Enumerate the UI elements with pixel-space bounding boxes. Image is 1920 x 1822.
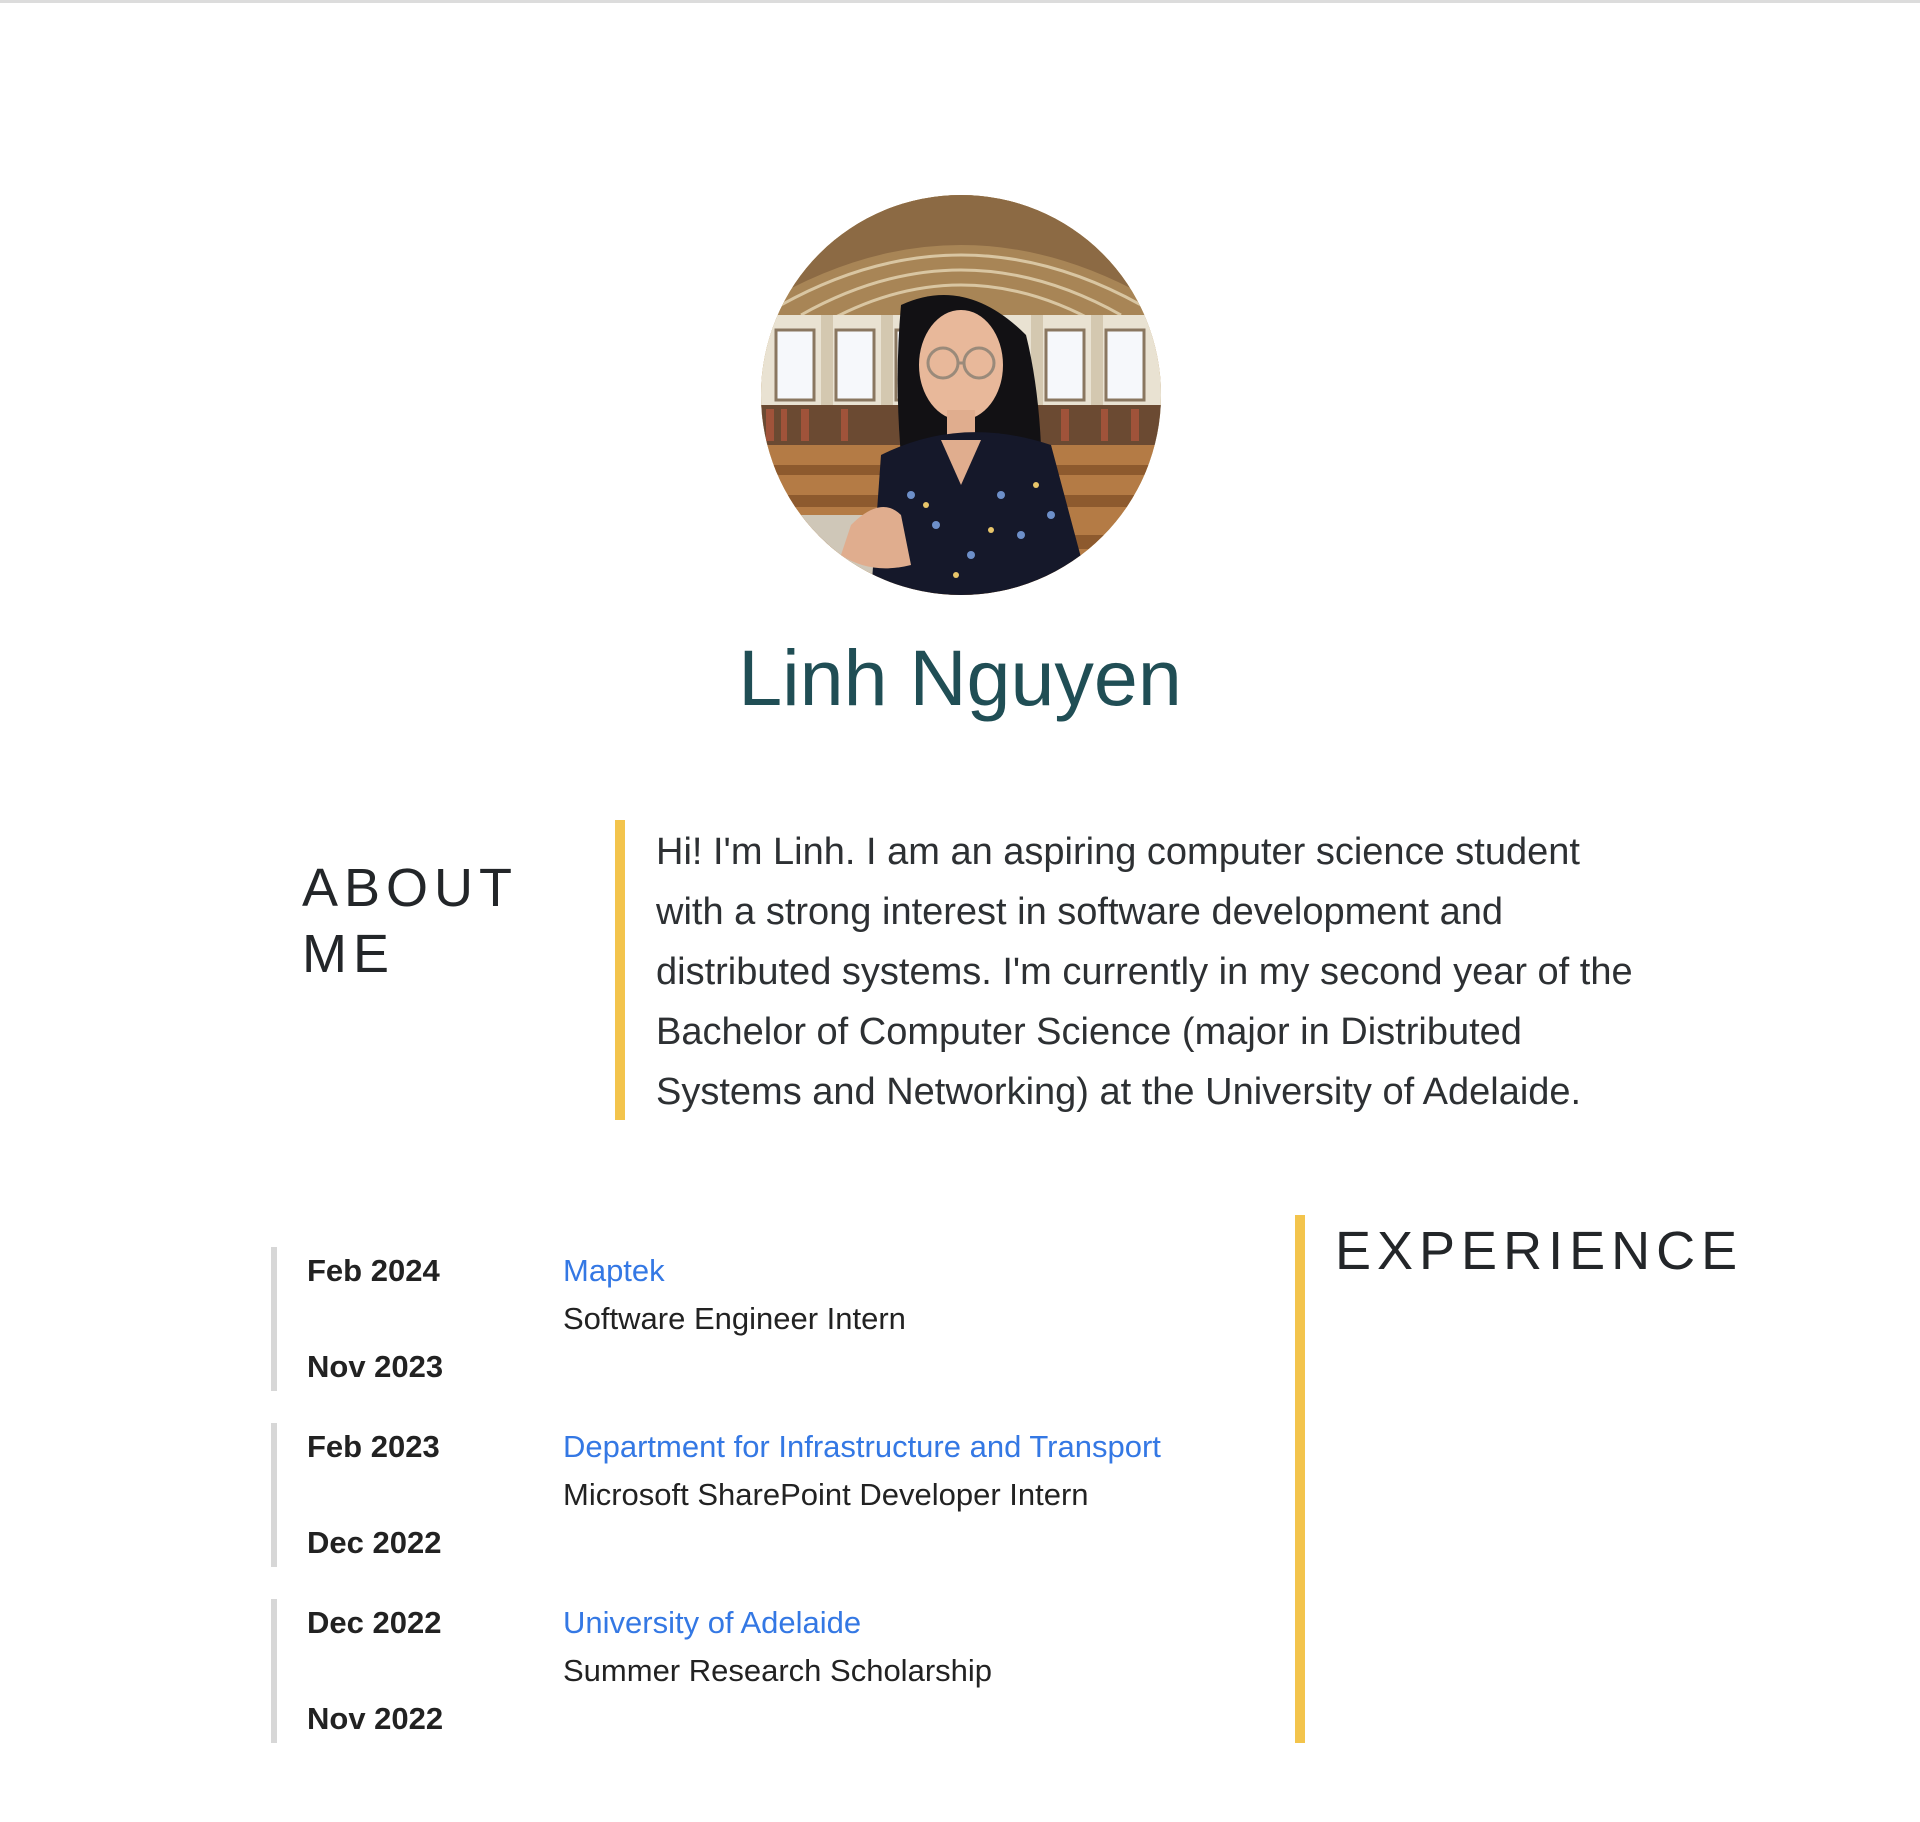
experience-entry: Feb 2024 Nov 2023 Maptek Software Engine… bbox=[271, 1247, 1271, 1391]
experience-accent-bar bbox=[1295, 1215, 1305, 1743]
experience-company-link[interactable]: University of Adelaide bbox=[563, 1605, 861, 1641]
experience-role: Microsoft SharePoint Developer Intern bbox=[563, 1477, 1089, 1512]
about-accent-bar bbox=[615, 820, 625, 1120]
profile-avatar bbox=[761, 195, 1161, 595]
experience-timeline: Feb 2024 Nov 2023 Maptek Software Engine… bbox=[271, 1247, 1271, 1775]
about-text: Hi! I'm Linh. I am an aspiring computer … bbox=[656, 831, 1633, 1113]
experience-end-date: Feb 2023 bbox=[307, 1429, 440, 1464]
experience-role: Software Engineer Intern bbox=[563, 1301, 906, 1336]
experience-start-date: Dec 2022 bbox=[307, 1525, 442, 1560]
experience-company-link[interactable]: Department for Infrastructure and Transp… bbox=[563, 1429, 1161, 1465]
experience-entry: Feb 2023 Dec 2022 Department for Infrast… bbox=[271, 1423, 1271, 1567]
experience-start-date: Nov 2023 bbox=[307, 1349, 444, 1384]
about-heading: ABOUT ME bbox=[302, 858, 518, 984]
experience-role: Summer Research Scholarship bbox=[563, 1653, 993, 1688]
experience-end-date: Dec 2022 bbox=[307, 1605, 442, 1640]
experience-heading: EXPERIENCE bbox=[1335, 1221, 1744, 1281]
experience-entry: Dec 2022 Nov 2022 University of Adelaide… bbox=[271, 1599, 1271, 1743]
experience-company-link[interactable]: Maptek bbox=[563, 1253, 665, 1289]
top-divider bbox=[0, 0, 1920, 3]
profile-name: Linh Nguyen bbox=[738, 633, 1182, 722]
experience-end-date: Feb 2024 bbox=[307, 1253, 440, 1288]
experience-start-date: Nov 2022 bbox=[307, 1701, 444, 1736]
